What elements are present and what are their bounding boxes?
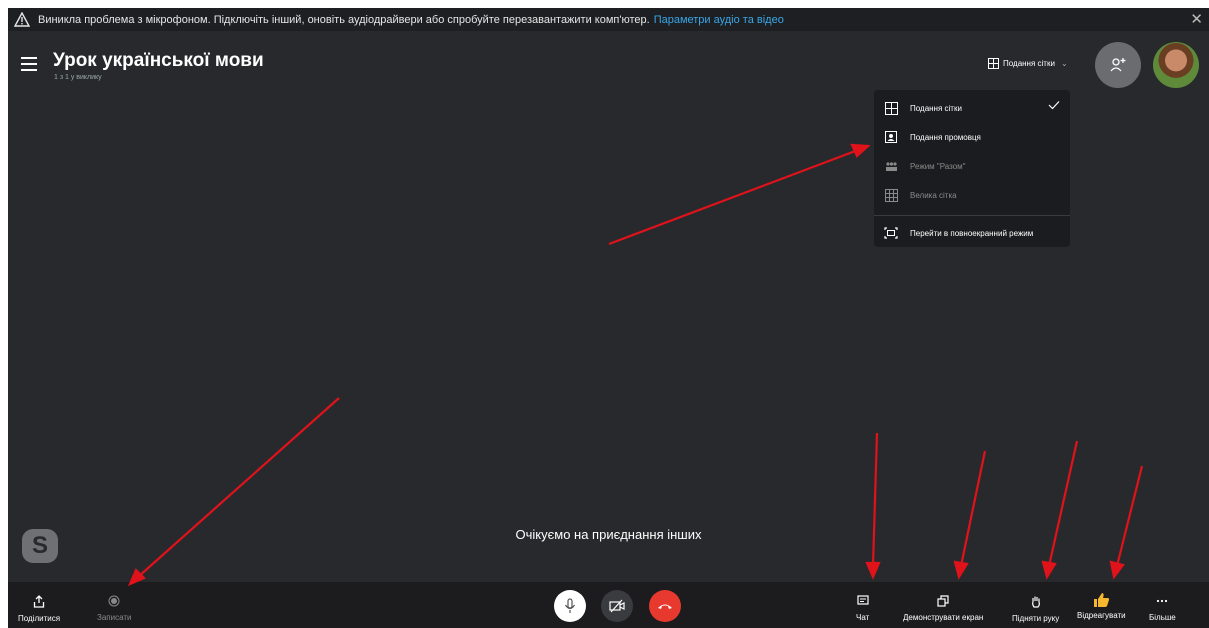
record-icon xyxy=(108,595,120,607)
grid-icon xyxy=(884,101,898,115)
share-button[interactable]: Поділитися xyxy=(18,595,60,623)
camera-button[interactable] xyxy=(601,590,633,622)
checkmark-icon xyxy=(1048,100,1060,112)
menu-item-grid-view[interactable]: Подання сітки xyxy=(874,94,1070,122)
microphone-icon xyxy=(564,598,576,613)
end-call-button[interactable] xyxy=(649,590,681,622)
menu-item-label: Подання сітки xyxy=(910,103,962,113)
raise-hand-label: Підняти руку xyxy=(1012,614,1060,623)
hand-icon xyxy=(1031,596,1040,608)
speaker-view-icon xyxy=(884,130,898,144)
record-label: Записати xyxy=(97,613,132,622)
add-person-icon xyxy=(1110,58,1126,72)
view-mode-label: Подання сітки xyxy=(1003,59,1055,68)
chevron-down-icon: ⌄ xyxy=(1060,59,1068,68)
menu-item-label: Велика сітка xyxy=(910,190,957,200)
more-button[interactable]: Більше xyxy=(1149,595,1176,622)
microphone-button[interactable] xyxy=(554,590,586,622)
hang-up-icon xyxy=(658,604,672,609)
menu-item-label: Режим "Разом" xyxy=(910,161,966,171)
notification-banner: Виникла проблема з мікрофоном. Підключіт… xyxy=(8,8,1209,31)
thumbs-up-icon xyxy=(1093,593,1109,607)
call-title: Урок української мови xyxy=(53,50,264,71)
menu-divider xyxy=(874,215,1070,216)
menu-item-label: Перейти в повноекранний режим xyxy=(910,228,1034,238)
large-grid-icon xyxy=(884,188,898,202)
record-button[interactable]: Записати xyxy=(97,595,132,622)
avatar[interactable] xyxy=(1153,42,1199,88)
react-label: Відреагувати xyxy=(1077,611,1126,620)
menu-icon[interactable] xyxy=(21,57,37,75)
chat-button[interactable]: Чат xyxy=(856,595,869,622)
participants-count: 1 з 1 у виклику xyxy=(54,74,102,81)
raise-hand-button[interactable]: Підняти руку xyxy=(1012,595,1059,623)
view-mode-menu: Подання сітки Подання промовця Режим "Ра… xyxy=(874,90,1070,247)
screen-share-icon xyxy=(937,595,949,607)
audio-video-settings-link[interactable]: Параметри аудіо та відео xyxy=(654,14,784,26)
share-label: Поділитися xyxy=(18,614,61,623)
fullscreen-icon xyxy=(884,226,898,240)
more-icon xyxy=(1157,599,1168,603)
add-participant-button[interactable] xyxy=(1095,42,1141,88)
menu-item-large-grid[interactable]: Велика сітка xyxy=(874,181,1070,209)
menu-item-speaker-view[interactable]: Подання промовця xyxy=(874,123,1070,151)
chat-icon xyxy=(857,595,869,605)
screen-share-button[interactable]: Демонструвати екран xyxy=(903,595,983,622)
close-icon[interactable]: ✕ xyxy=(1190,10,1203,28)
chat-label: Чат xyxy=(856,613,870,622)
call-window: Виникла проблема з мікрофоном. Підключіт… xyxy=(8,8,1209,628)
warning-icon xyxy=(14,12,30,28)
menu-item-label: Подання промовця xyxy=(910,132,981,142)
call-toolbar: Поділитися Записати Чат Демонструвати ек… xyxy=(8,582,1209,628)
waiting-message: Очікуємо на приєднання інших xyxy=(515,527,702,542)
together-mode-icon xyxy=(884,159,898,173)
menu-item-fullscreen[interactable]: Перейти в повноекранний режим xyxy=(874,219,1070,247)
view-mode-button[interactable]: Подання сітки ⌄ xyxy=(988,58,1068,69)
banner-message: Виникла проблема з мікрофоном. Підключіт… xyxy=(38,13,650,26)
grid-icon xyxy=(988,58,999,69)
skype-logo-icon: S xyxy=(22,529,58,563)
screen-share-label: Демонструвати екран xyxy=(903,613,984,622)
camera-off-icon xyxy=(609,599,625,613)
more-label: Більше xyxy=(1149,613,1176,622)
menu-item-together-mode[interactable]: Режим "Разом" xyxy=(874,152,1070,180)
react-button[interactable]: Відреагувати xyxy=(1077,592,1126,620)
share-icon xyxy=(33,595,45,608)
